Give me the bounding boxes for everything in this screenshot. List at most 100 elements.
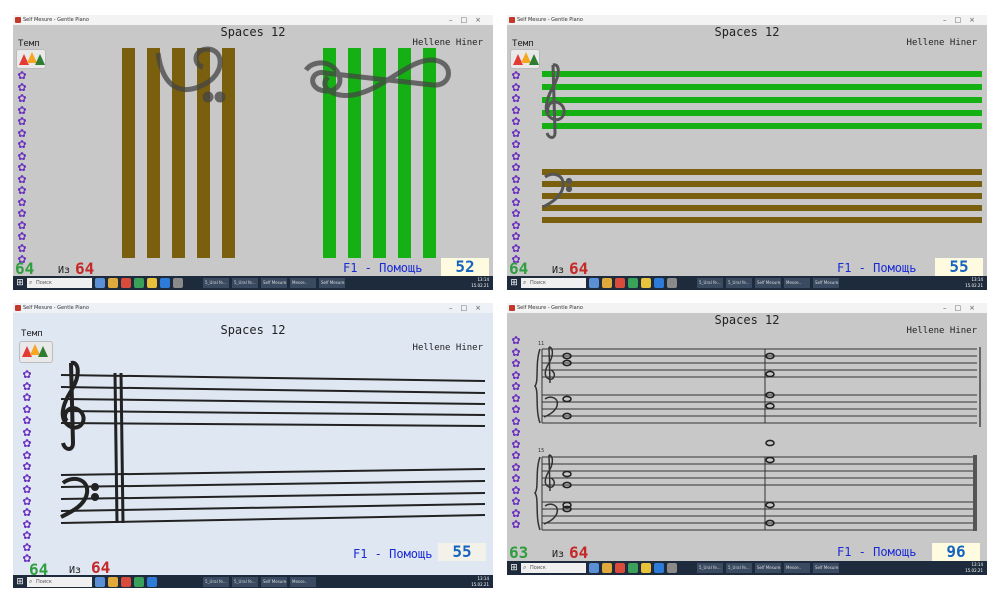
taskbar-task[interactable]: Self Mesure...	[261, 577, 287, 587]
windows-start-icon[interactable]: ⊞	[15, 278, 25, 288]
bass-clef-icon	[155, 46, 226, 103]
green-treble-staff	[542, 71, 982, 129]
panel-score-notes: Self Mesure - Gentle Piano –□× Spaces 12…	[507, 303, 987, 575]
taskbar-task[interactable]: Self Mesure...	[261, 278, 287, 288]
taskbar-clock[interactable]: 13:14 15.02.21	[965, 562, 983, 574]
brown-bass-staff	[542, 169, 982, 223]
windows-start-icon[interactable]: ⊞	[509, 563, 519, 573]
system-2-treble-staff	[542, 456, 977, 486]
search-icon: ⌕	[523, 279, 527, 286]
taskbar-task[interactable]: 5_Ural fe...	[697, 278, 723, 288]
pinned-app-icon[interactable]	[654, 278, 664, 288]
pinned-app-icon[interactable]	[134, 278, 144, 288]
pinned-app-icon[interactable]	[108, 577, 118, 587]
score-display: 55	[935, 258, 983, 276]
windows-taskbar: ⊞ ⌕ Поиск 5_Ural fe... 5_Ural fe... Self …	[13, 276, 493, 290]
pinned-app-icon[interactable]	[589, 563, 599, 573]
taskbar-task[interactable]: 5_Ural fe...	[232, 278, 258, 288]
score-display: 55	[438, 543, 486, 561]
current-count: 63	[509, 543, 529, 562]
taskbar-task[interactable]: Messe..	[784, 563, 810, 573]
taskbar-search[interactable]: ⌕ Поиск	[27, 577, 92, 587]
help-hint[interactable]: F1 - Помощь	[353, 547, 432, 561]
pinned-app-icon[interactable]	[173, 278, 183, 288]
windows-start-icon[interactable]: ⊞	[509, 278, 519, 288]
pinned-app-icon[interactable]	[654, 563, 664, 573]
measure-number: 11	[538, 341, 545, 347]
score-display: 96	[932, 543, 980, 561]
whole-note-icon	[562, 352, 775, 527]
system-1-treble-staff	[542, 348, 977, 378]
bass-staff	[60, 468, 486, 524]
system-1-bass-staff	[542, 394, 977, 424]
pinned-apps	[589, 278, 677, 288]
taskbar-task[interactable]: Self Mesure...	[813, 278, 839, 288]
pinned-app-icon[interactable]	[121, 278, 131, 288]
taskbar-task[interactable]: Messe..	[290, 577, 316, 587]
taskbar-task[interactable]: 5_Ural fe...	[203, 278, 229, 288]
search-icon: ⌕	[523, 564, 527, 571]
windows-taskbar: ⊞ ⌕ Поиск 5_Ural fe... 5_Ural fe... Self …	[507, 561, 987, 575]
pinned-app-icon[interactable]	[615, 563, 625, 573]
treble-staff	[60, 374, 486, 427]
of-label: Из	[552, 265, 565, 276]
search-icon: ⌕	[29, 578, 33, 585]
taskbar-task[interactable]: 5_Ural fe...	[726, 563, 752, 573]
pinned-app-icon[interactable]	[628, 563, 638, 573]
pinned-apps	[95, 278, 183, 288]
pinned-app-icon[interactable]	[641, 278, 651, 288]
pinned-app-icon[interactable]	[134, 577, 144, 587]
taskbar-clock[interactable]: 13:14 15.02.21	[965, 277, 983, 289]
pinned-app-icon[interactable]	[667, 563, 677, 573]
pinned-app-icon[interactable]	[95, 577, 105, 587]
taskbar-clock[interactable]: 13:14 15.02.21	[471, 576, 489, 588]
taskbar-search[interactable]: ⌕ Поиск	[521, 278, 586, 288]
pinned-app-icon[interactable]	[108, 278, 118, 288]
pinned-app-icon[interactable]	[602, 278, 612, 288]
help-hint[interactable]: F1 - Помощь	[343, 261, 422, 275]
taskbar-tasks: 5_Ural fe... 5_Ural fe... Self Mesure...…	[697, 563, 839, 573]
score-diagram	[534, 346, 981, 531]
of-label: Из	[552, 549, 565, 560]
brown-vertical-staff	[122, 48, 235, 258]
pinned-app-icon[interactable]	[147, 577, 157, 587]
brace-icon	[534, 348, 541, 531]
pinned-app-icon[interactable]	[641, 563, 651, 573]
taskbar-task[interactable]: Self Mesure...	[319, 278, 345, 288]
taskbar-task[interactable]: Self Mesure...	[755, 278, 781, 288]
taskbar-tasks: 5_Ural fe... 5_Ural fe... Self Mesure...…	[697, 278, 839, 288]
taskbar-search[interactable]: ⌕ Поиск	[27, 278, 92, 288]
help-hint[interactable]: F1 - Помощь	[837, 261, 916, 275]
taskbar-clock[interactable]: 13:14 15.02.21	[471, 277, 489, 289]
taskbar-task[interactable]: 5_Ural fe...	[726, 278, 752, 288]
taskbar-task[interactable]: 5_Ural fe...	[203, 577, 229, 587]
pinned-app-icon[interactable]	[615, 278, 625, 288]
pinned-app-icon[interactable]	[589, 278, 599, 288]
windows-taskbar: ⊞ ⌕ Поиск 5_Ural fe... 5_Ural fe... Self …	[507, 276, 987, 290]
windows-taskbar: ⊞ ⌕ Поиск 5_Ural fe... 5_Ural fe... Self …	[13, 575, 493, 588]
windows-start-icon[interactable]: ⊞	[15, 577, 25, 587]
taskbar-task[interactable]: 5_Ural fe...	[697, 563, 723, 573]
pinned-apps	[95, 577, 157, 587]
pinned-app-icon[interactable]	[602, 563, 612, 573]
pinned-apps	[589, 563, 677, 573]
taskbar-task[interactable]: Messe..	[290, 278, 316, 288]
final-barline	[973, 455, 977, 531]
total-count: 64	[569, 543, 589, 562]
treble-clef-icon	[544, 346, 556, 492]
vertical-staff-diagram	[122, 46, 451, 258]
taskbar-task[interactable]: 5_Ural fe...	[232, 577, 258, 587]
pinned-app-icon[interactable]	[628, 278, 638, 288]
panel-vertical-staves: Self Mesure - Gentle Piano –□× Spaces 12…	[13, 15, 493, 290]
taskbar-search[interactable]: ⌕ Поиск	[521, 563, 586, 573]
taskbar-task[interactable]: Self Mesure...	[755, 563, 781, 573]
help-hint[interactable]: F1 - Помощь	[837, 545, 916, 559]
taskbar-task[interactable]: Self Mesure...	[813, 563, 839, 573]
pinned-app-icon[interactable]	[95, 278, 105, 288]
pinned-app-icon[interactable]	[160, 278, 170, 288]
pinned-app-icon[interactable]	[121, 577, 131, 587]
taskbar-tasks: 5_Ural fe... 5_Ural fe... Self Mesure...…	[203, 577, 316, 587]
pinned-app-icon[interactable]	[147, 278, 157, 288]
taskbar-task[interactable]: Messe..	[784, 278, 810, 288]
pinned-app-icon[interactable]	[667, 278, 677, 288]
